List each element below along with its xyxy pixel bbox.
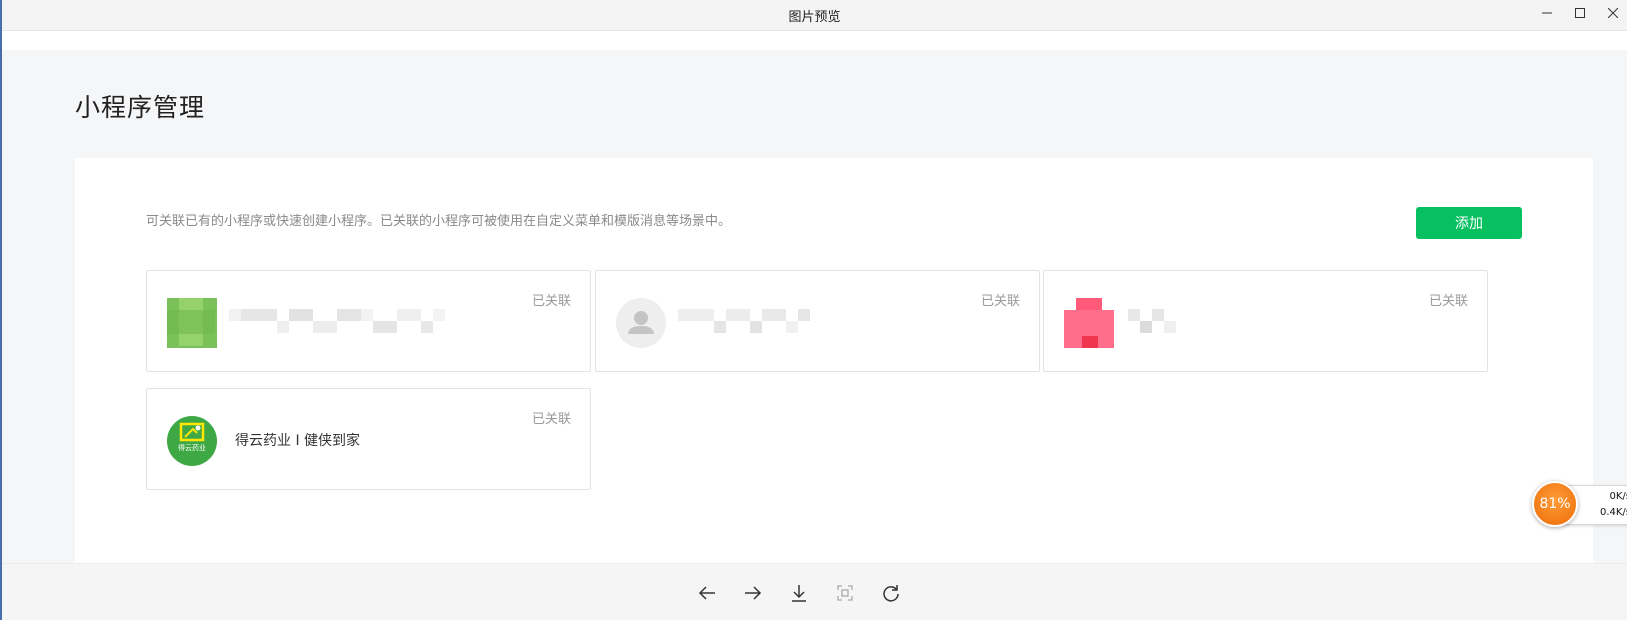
default-user-avatar (616, 298, 666, 348)
svg-text:得云药业: 得云药业 (178, 443, 206, 452)
next-button[interactable] (741, 581, 765, 605)
rotate-button[interactable] (879, 581, 903, 605)
rotate-icon (883, 585, 899, 602)
link-status: 已关联 (531, 412, 571, 427)
link-status: 已关联 (1428, 294, 1468, 309)
upload-speed: 0K/s (1609, 491, 1627, 502)
network-speed-widget[interactable]: ↑ 0K/s ↓ 0.4K/s 81% (1532, 481, 1627, 527)
memory-usage-ball[interactable]: 81% (1532, 481, 1578, 527)
mini-program-card[interactable]: 已关联 (146, 270, 591, 372)
mini-program-card[interactable]: 已关联 (595, 270, 1040, 372)
blurred-name (1128, 309, 1176, 333)
fit-screen-icon (837, 585, 853, 601)
link-status: 已关联 (531, 294, 571, 309)
link-status: 已关联 (980, 294, 1020, 309)
deyun-logo-icon: 得云药业 (177, 422, 207, 452)
image-preview-window: 图片预览 小程序管理 可关联已有的小程序或快速创建小程序。已关联的小程序可被使用… (0, 0, 1627, 620)
page-title: 小程序管理 (75, 93, 206, 122)
download-icon (792, 585, 806, 602)
pixelated-pink-avatar (1064, 298, 1114, 348)
fit-screen-button[interactable] (833, 581, 857, 605)
arrow-left-icon (698, 586, 715, 600)
blurred-name (229, 309, 445, 333)
pixelated-green-avatar (167, 298, 217, 348)
mini-program-card[interactable]: 已关联 (1043, 270, 1488, 372)
mini-program-name: 得云药业 I 健侠到家 (235, 433, 361, 449)
close-icon (1608, 8, 1618, 18)
maximize-button[interactable] (1565, 2, 1595, 24)
download-speed: 0.4K/s (1599, 507, 1627, 518)
arrow-right-icon (745, 586, 762, 600)
mini-program-panel: 可关联已有的小程序或快速创建小程序。已关联的小程序可被使用在自定义菜单和模版消息… (75, 158, 1593, 563)
download-button[interactable] (787, 581, 811, 605)
deyun-logo: 得云药业 (167, 416, 217, 466)
minimize-button[interactable] (1532, 2, 1562, 24)
mini-program-card[interactable]: 已关联 得云药业 得云药业 I 健侠到家 (146, 388, 591, 490)
user-icon (628, 311, 654, 334)
previous-button[interactable] (695, 581, 719, 605)
panel-description: 可关联已有的小程序或快速创建小程序。已关联的小程序可被使用在自定义菜单和模版消息… (146, 214, 732, 229)
top-strip (2, 31, 1627, 50)
blurred-name (678, 309, 810, 333)
maximize-icon (1575, 8, 1585, 18)
preview-toolbar (2, 563, 1627, 620)
window-title: 图片预览 (788, 10, 841, 25)
add-button[interactable]: 添加 (1416, 207, 1522, 239)
close-button[interactable] (1598, 2, 1627, 24)
minimize-icon (1542, 12, 1552, 14)
title-bar: 图片预览 (2, 0, 1627, 31)
